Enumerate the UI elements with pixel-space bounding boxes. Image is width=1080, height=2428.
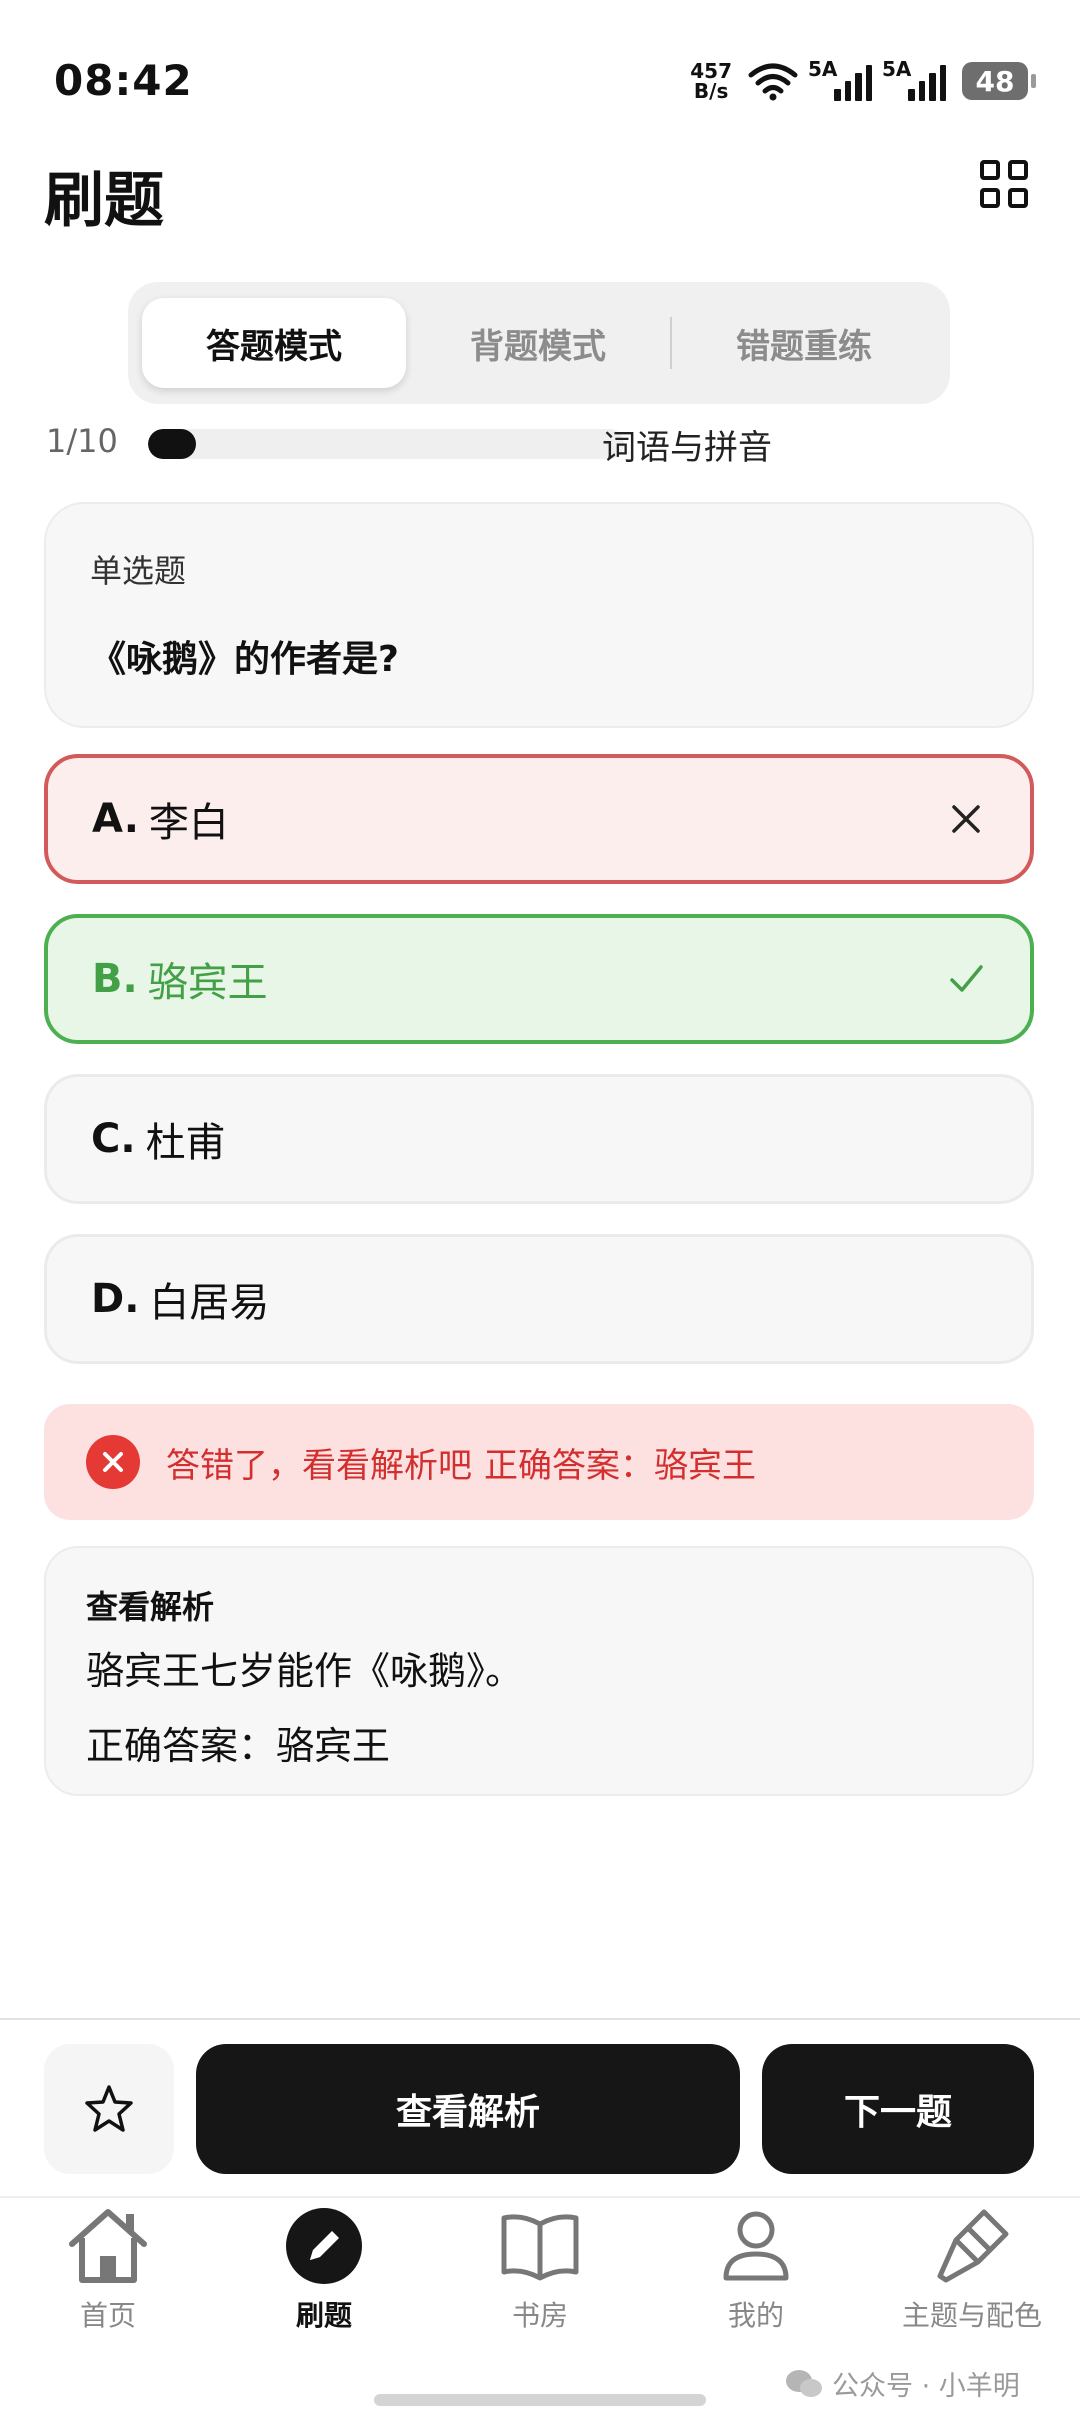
progress-row: 1/10 词语与拼音 bbox=[46, 418, 1036, 468]
check-icon bbox=[950, 965, 983, 992]
question-text: 《咏鹅》的作者是? bbox=[90, 639, 399, 680]
analysis-title: 查看解析 bbox=[86, 1588, 215, 1626]
nav-label: 我的 bbox=[727, 2299, 784, 2332]
question-card: 单选题 《咏鹅》的作者是? bbox=[44, 502, 1034, 728]
nav-label: 书房 bbox=[511, 2299, 568, 2332]
screen: 08:42 457 B/s 5A 5A 48 刷题 答题模式 背题模式 错题重练… bbox=[0, 0, 1080, 2428]
nav-label: 刷题 bbox=[295, 2299, 352, 2332]
option-letter: D. bbox=[91, 1276, 140, 1322]
option-letter: B. bbox=[92, 956, 138, 1002]
option-text: 白居易 bbox=[149, 1280, 270, 1326]
signal-icon: 5A bbox=[808, 57, 872, 101]
question-type: 单选题 bbox=[90, 552, 187, 590]
feedback-text: 答错了，看看解析吧 正确答案：骆宾王 bbox=[166, 1438, 756, 1487]
signal-label: 5A bbox=[882, 57, 912, 81]
watermark-text: 公众号 · 小羊明 bbox=[832, 2371, 1020, 2402]
analysis-answer: 正确答案：骆宾王 bbox=[86, 1724, 391, 1768]
tab-recite-mode[interactable]: 背题模式 bbox=[406, 298, 670, 388]
nav-label: 主题与配色 bbox=[901, 2299, 1042, 2332]
close-icon bbox=[952, 805, 980, 833]
tab-retry-mistakes[interactable]: 错题重练 bbox=[672, 298, 936, 388]
grid-menu-icon[interactable] bbox=[980, 160, 1028, 208]
user-icon bbox=[711, 2204, 801, 2288]
nav-item-profile[interactable]: 我的 bbox=[648, 2204, 864, 2344]
watermark: 公众号 · 小羊明 bbox=[784, 2364, 1020, 2403]
option-d[interactable]: D. 白居易 bbox=[44, 1234, 1034, 1364]
network-speed-value: 457 bbox=[690, 59, 732, 83]
page-title: 刷题 bbox=[44, 166, 164, 236]
pencil-icon bbox=[279, 2204, 369, 2288]
option-a[interactable]: A. 李白 bbox=[44, 754, 1034, 884]
home-icon bbox=[63, 2204, 153, 2288]
nav-item-home[interactable]: 首页 bbox=[0, 2204, 216, 2344]
feedback-message: 答错了，看看解析吧 bbox=[166, 1445, 472, 1486]
network-speed-unit: B/s bbox=[693, 79, 729, 103]
tab-answer-mode[interactable]: 答题模式 bbox=[142, 298, 406, 388]
star-icon bbox=[85, 2085, 133, 2132]
wechat-icon bbox=[786, 2369, 822, 2397]
option-text: 李白 bbox=[148, 800, 229, 846]
signal-icon: 5A bbox=[882, 57, 946, 101]
option-b[interactable]: B. 骆宾王 bbox=[44, 914, 1034, 1044]
view-analysis-button[interactable]: 查看解析 bbox=[196, 2044, 740, 2174]
nav-divider bbox=[0, 2196, 1080, 2198]
status-time: 08:42 bbox=[54, 56, 193, 105]
option-text: 骆宾王 bbox=[147, 960, 268, 1006]
status-icons: 457 B/s 5A 5A 48 bbox=[690, 57, 1036, 104]
answer-feedback: 答错了，看看解析吧 正确答案：骆宾王 bbox=[44, 1404, 1034, 1520]
progress-counter: 1/10 bbox=[46, 422, 118, 460]
nav-item-theme[interactable]: 主题与配色 bbox=[864, 2204, 1080, 2344]
battery-icon: 48 bbox=[962, 62, 1036, 100]
bottom-nav: 首页 刷题 书房 我的 主题与配色 bbox=[0, 2204, 1080, 2344]
favorite-button[interactable] bbox=[44, 2044, 174, 2174]
status-bar: 08:42 457 B/s 5A 5A 48 bbox=[0, 0, 1080, 150]
nav-label: 首页 bbox=[79, 2299, 136, 2332]
signal-label: 5A bbox=[808, 57, 838, 81]
question-category: 词语与拼音 bbox=[602, 428, 772, 468]
next-question-button[interactable]: 下一题 bbox=[762, 2044, 1034, 2174]
paint-brush-icon bbox=[927, 2204, 1017, 2288]
progress-bar bbox=[148, 429, 624, 459]
home-indicator[interactable] bbox=[374, 2394, 706, 2406]
nav-item-practice[interactable]: 刷题 bbox=[216, 2204, 432, 2344]
analysis-body: 骆宾王七岁能作《咏鹅》。 bbox=[86, 1649, 524, 1693]
book-icon bbox=[495, 2204, 585, 2288]
wifi-icon bbox=[748, 63, 798, 101]
option-letter: A. bbox=[92, 796, 139, 842]
nav-item-library[interactable]: 书房 bbox=[432, 2204, 648, 2344]
network-speed: 457 B/s bbox=[690, 61, 732, 101]
analysis-card: 查看解析 骆宾王七岁能作《咏鹅》。 正确答案：骆宾王 bbox=[44, 1546, 1034, 1796]
option-letter: C. bbox=[91, 1116, 136, 1162]
action-divider bbox=[0, 2018, 1080, 2020]
error-icon bbox=[86, 1435, 140, 1489]
option-c[interactable]: C. 杜甫 bbox=[44, 1074, 1034, 1204]
feedback-answer: 正确答案：骆宾王 bbox=[484, 1445, 756, 1486]
mode-tabs: 答题模式 背题模式 错题重练 bbox=[128, 282, 950, 404]
progress-fill bbox=[148, 429, 196, 459]
option-text: 杜甫 bbox=[145, 1120, 226, 1166]
